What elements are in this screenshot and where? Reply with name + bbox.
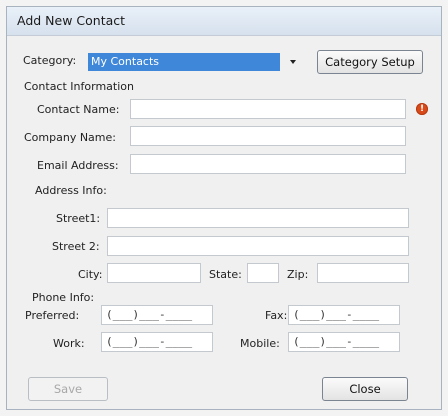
street1-input[interactable] bbox=[107, 208, 409, 228]
company-name-input[interactable] bbox=[130, 126, 406, 146]
work-phone-input[interactable]: (___)___-____ bbox=[101, 332, 213, 352]
street2-label: Street 2: bbox=[52, 240, 100, 253]
error-icon: ! bbox=[416, 103, 428, 115]
state-label: State: bbox=[209, 268, 242, 281]
title-bar: Add New Contact bbox=[7, 7, 441, 36]
preferred-phone-input[interactable]: (___)___-____ bbox=[101, 305, 213, 325]
city-label: City: bbox=[78, 268, 103, 281]
email-input[interactable] bbox=[130, 154, 406, 174]
add-contact-dialog: Add New Contact Category: My Contacts Ca… bbox=[6, 6, 442, 410]
preferred-label: Preferred: bbox=[25, 309, 80, 322]
street1-label: Street1: bbox=[56, 212, 101, 225]
company-name-label: Company Name: bbox=[24, 131, 116, 144]
address-info-header: Address Info: bbox=[35, 184, 107, 197]
city-input[interactable] bbox=[107, 263, 201, 283]
close-button[interactable]: Close bbox=[322, 377, 408, 401]
category-select[interactable]: My Contacts bbox=[88, 53, 280, 71]
contact-name-label: Contact Name: bbox=[37, 103, 120, 116]
save-button[interactable]: Save bbox=[28, 377, 108, 401]
mobile-input[interactable]: (___)___-____ bbox=[288, 332, 400, 352]
phone-info-header: Phone Info: bbox=[32, 291, 95, 304]
email-label: Email Address: bbox=[37, 159, 119, 172]
zip-label: Zip: bbox=[287, 268, 309, 281]
contact-name-input[interactable] bbox=[130, 99, 406, 119]
fax-label: Fax: bbox=[265, 309, 288, 322]
mobile-label: Mobile: bbox=[240, 337, 280, 350]
category-selected-value: My Contacts bbox=[91, 55, 160, 68]
window-title: Add New Contact bbox=[17, 13, 126, 28]
contact-info-header: Contact Information bbox=[24, 80, 134, 93]
street2-input[interactable] bbox=[107, 236, 409, 256]
category-label: Category: bbox=[23, 54, 77, 67]
zip-input[interactable] bbox=[317, 263, 409, 283]
fax-input[interactable]: (___)___-____ bbox=[288, 305, 400, 325]
category-setup-button[interactable]: Category Setup bbox=[317, 50, 423, 74]
chevron-down-icon[interactable] bbox=[290, 60, 296, 64]
state-input[interactable] bbox=[247, 263, 279, 283]
work-label: Work: bbox=[53, 337, 85, 350]
